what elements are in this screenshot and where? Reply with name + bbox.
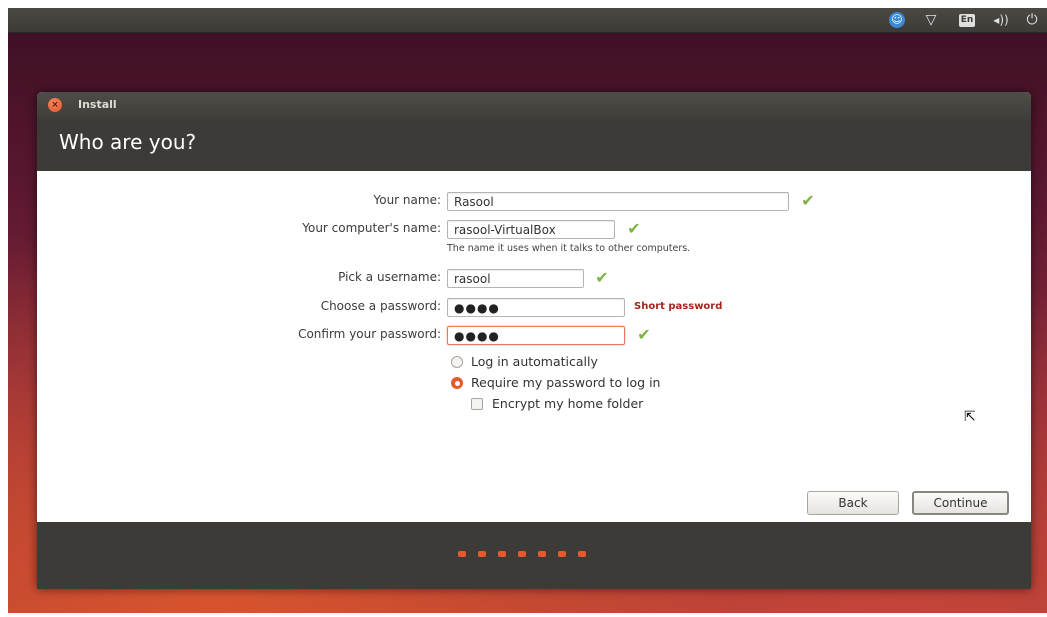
progress-dot xyxy=(558,551,566,557)
computer-name-hint: The name it uses when it talks to other … xyxy=(447,243,691,254)
close-icon: × xyxy=(51,100,59,110)
confirm-password-valid-check-icon: ✔ xyxy=(637,325,651,344)
settings-icon[interactable]: ⏻ xyxy=(1020,11,1044,29)
user-form: Your name: Rasool ✔ Your computer's name… xyxy=(37,171,1031,522)
top-panel: ☺ ▽ En ◂)) ⏻ xyxy=(8,8,1047,33)
progress-indicator xyxy=(458,551,586,557)
keyboard-layout-label: En xyxy=(958,13,976,27)
password-input[interactable]: ●●●● xyxy=(447,298,625,317)
confirm-password-input[interactable]: ●●●● xyxy=(447,326,625,345)
confirm-password-label: Confirm your password: xyxy=(298,327,441,341)
page-title: Who are you? xyxy=(59,130,197,154)
page-header: Who are you? xyxy=(37,119,1031,171)
login-automatically-radio[interactable] xyxy=(451,356,463,368)
progress-dot xyxy=(498,551,506,557)
login-automatically-label[interactable]: Log in automatically xyxy=(471,354,598,369)
password-label: Choose a password: xyxy=(320,299,441,313)
computer-name-valid-check-icon: ✔ xyxy=(627,219,641,238)
progress-dot xyxy=(518,551,526,557)
name-input[interactable]: Rasool xyxy=(447,192,789,211)
install-window: × Install Who are you? Your name: Rasool… xyxy=(37,92,1031,589)
progress-dot xyxy=(538,551,546,557)
close-button[interactable]: × xyxy=(48,98,62,112)
progress-dot xyxy=(478,551,486,557)
desktop: ☺ ▽ En ◂)) ⏻ × Install Who are you? Your… xyxy=(8,8,1047,613)
install-footer xyxy=(37,522,1031,589)
require-password-radio[interactable] xyxy=(451,377,463,389)
progress-dot xyxy=(578,551,586,557)
username-valid-check-icon: ✔ xyxy=(595,268,609,287)
require-password-label[interactable]: Require my password to log in xyxy=(471,375,660,390)
name-label: Your name: xyxy=(373,193,441,207)
back-button[interactable]: Back xyxy=(807,491,899,515)
username-input[interactable]: rasool xyxy=(447,269,584,288)
computer-name-input[interactable]: rasool-VirtualBox xyxy=(447,220,615,239)
sound-icon[interactable]: ◂)) xyxy=(990,11,1012,29)
computer-name-label: Your computer's name: xyxy=(302,221,441,235)
continue-button[interactable]: Continue xyxy=(912,491,1009,515)
mouse-pointer-icon: ⇱ xyxy=(964,409,976,425)
progress-dot xyxy=(458,551,466,557)
encrypt-home-checkbox[interactable] xyxy=(471,398,483,410)
keyboard-layout-indicator[interactable]: En xyxy=(956,11,978,29)
window-title: Install xyxy=(78,98,117,111)
username-label: Pick a username: xyxy=(338,270,441,284)
network-icon[interactable]: ▽ xyxy=(921,11,941,29)
window-titlebar: × Install xyxy=(37,92,1031,119)
accessibility-icon[interactable]: ☺ xyxy=(888,11,906,29)
password-strength-warning: Short password xyxy=(634,301,723,312)
encrypt-home-label[interactable]: Encrypt my home folder xyxy=(492,396,643,411)
name-valid-check-icon: ✔ xyxy=(801,191,815,210)
